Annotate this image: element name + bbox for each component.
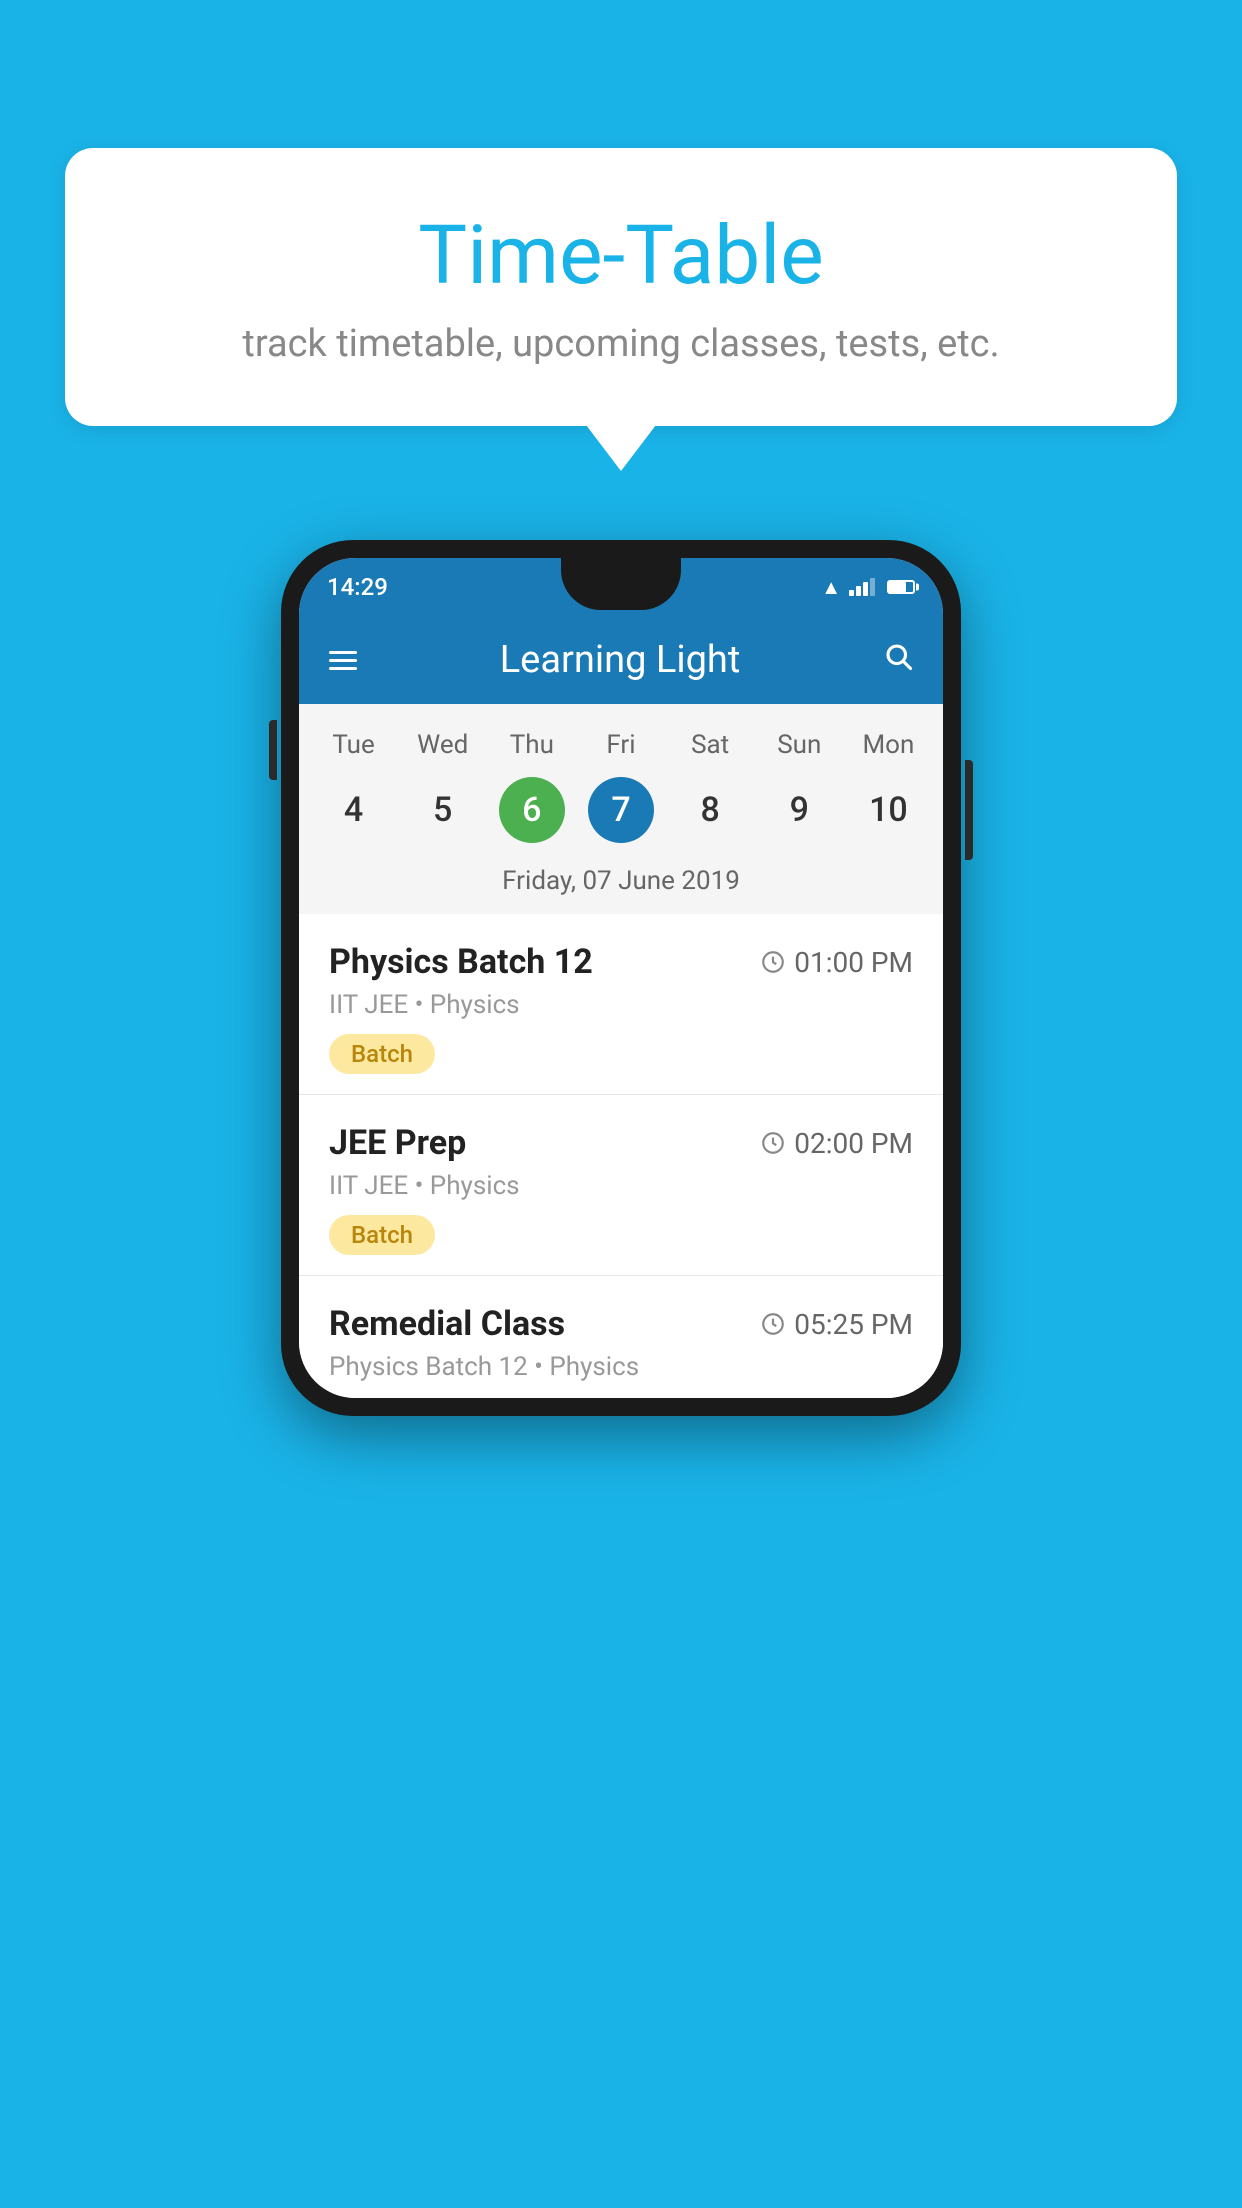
- batch-tag-2: Batch: [329, 1215, 435, 1255]
- selected-date-label: Friday, 07 June 2019: [299, 856, 943, 914]
- power-button-right: [965, 760, 973, 860]
- schedule-title-1: Physics Batch 12: [329, 942, 593, 982]
- day-label-sat: Sat: [666, 722, 755, 768]
- schedule-title-2: JEE Prep: [329, 1123, 466, 1163]
- notch: [561, 558, 681, 610]
- schedule-list: Physics Batch 12 01:00 PM IIT JEE • Phys…: [299, 914, 943, 1398]
- days-row: Tue Wed Thu Fri Sat Sun Mon: [299, 722, 943, 768]
- menu-button[interactable]: [329, 651, 357, 670]
- day-label-thu: Thu: [487, 722, 576, 768]
- app-header: Learning Light: [299, 616, 943, 704]
- schedule-subtitle-1: IIT JEE • Physics: [329, 990, 913, 1020]
- search-button[interactable]: [883, 641, 913, 679]
- volume-button-left: [269, 720, 277, 780]
- date-6-today[interactable]: 6: [487, 774, 576, 846]
- batch-tag-1: Batch: [329, 1034, 435, 1074]
- status-bar: 14:29 ▲: [299, 558, 943, 616]
- schedule-time-2: 02:00 PM: [760, 1127, 913, 1160]
- phone-outer: 14:29 ▲: [281, 540, 961, 1416]
- date-5[interactable]: 5: [398, 774, 487, 846]
- day-label-tue: Tue: [309, 722, 398, 768]
- schedule-item-1[interactable]: Physics Batch 12 01:00 PM IIT JEE • Phys…: [299, 914, 943, 1095]
- schedule-item-2[interactable]: JEE Prep 02:00 PM IIT JEE • Physics Batc…: [299, 1095, 943, 1276]
- dates-row: 4 5 6 7 8 9: [299, 768, 943, 856]
- clock-icon-2: [760, 1130, 786, 1156]
- date-9[interactable]: 9: [755, 774, 844, 846]
- battery-icon: [887, 580, 915, 594]
- clock-icon-1: [760, 949, 786, 975]
- schedule-subtitle-3: Physics Batch 12 • Physics: [329, 1352, 913, 1382]
- phone-mockup: 14:29 ▲: [281, 540, 961, 1416]
- app-title: Learning Light: [381, 638, 859, 682]
- clock-icon-3: [760, 1311, 786, 1337]
- date-4[interactable]: 4: [309, 774, 398, 846]
- speech-bubble-container: Time-Table track timetable, upcoming cla…: [65, 148, 1177, 426]
- day-label-mon: Mon: [844, 722, 933, 768]
- date-10[interactable]: 10: [844, 774, 933, 846]
- status-icons: ▲: [821, 575, 915, 600]
- speech-bubble: Time-Table track timetable, upcoming cla…: [65, 148, 1177, 426]
- schedule-subtitle-2: IIT JEE • Physics: [329, 1171, 913, 1201]
- bubble-title: Time-Table: [115, 208, 1127, 304]
- wifi-icon: ▲: [821, 575, 841, 600]
- date-7-selected[interactable]: 7: [576, 774, 665, 846]
- day-label-sun: Sun: [755, 722, 844, 768]
- day-label-wed: Wed: [398, 722, 487, 768]
- schedule-item-3[interactable]: Remedial Class 05:25 PM Physics Batch 12…: [299, 1276, 943, 1398]
- day-label-fri: Fri: [576, 722, 665, 768]
- signal-icon: [849, 578, 875, 596]
- calendar-section: Tue Wed Thu Fri Sat Sun Mon 4 5: [299, 704, 943, 914]
- status-time: 14:29: [327, 573, 388, 601]
- schedule-time-1: 01:00 PM: [760, 946, 913, 979]
- schedule-time-3: 05:25 PM: [760, 1308, 913, 1341]
- phone-screen: 14:29 ▲: [299, 558, 943, 1398]
- schedule-title-3: Remedial Class: [329, 1304, 565, 1344]
- date-8[interactable]: 8: [666, 774, 755, 846]
- bubble-subtitle: track timetable, upcoming classes, tests…: [115, 322, 1127, 366]
